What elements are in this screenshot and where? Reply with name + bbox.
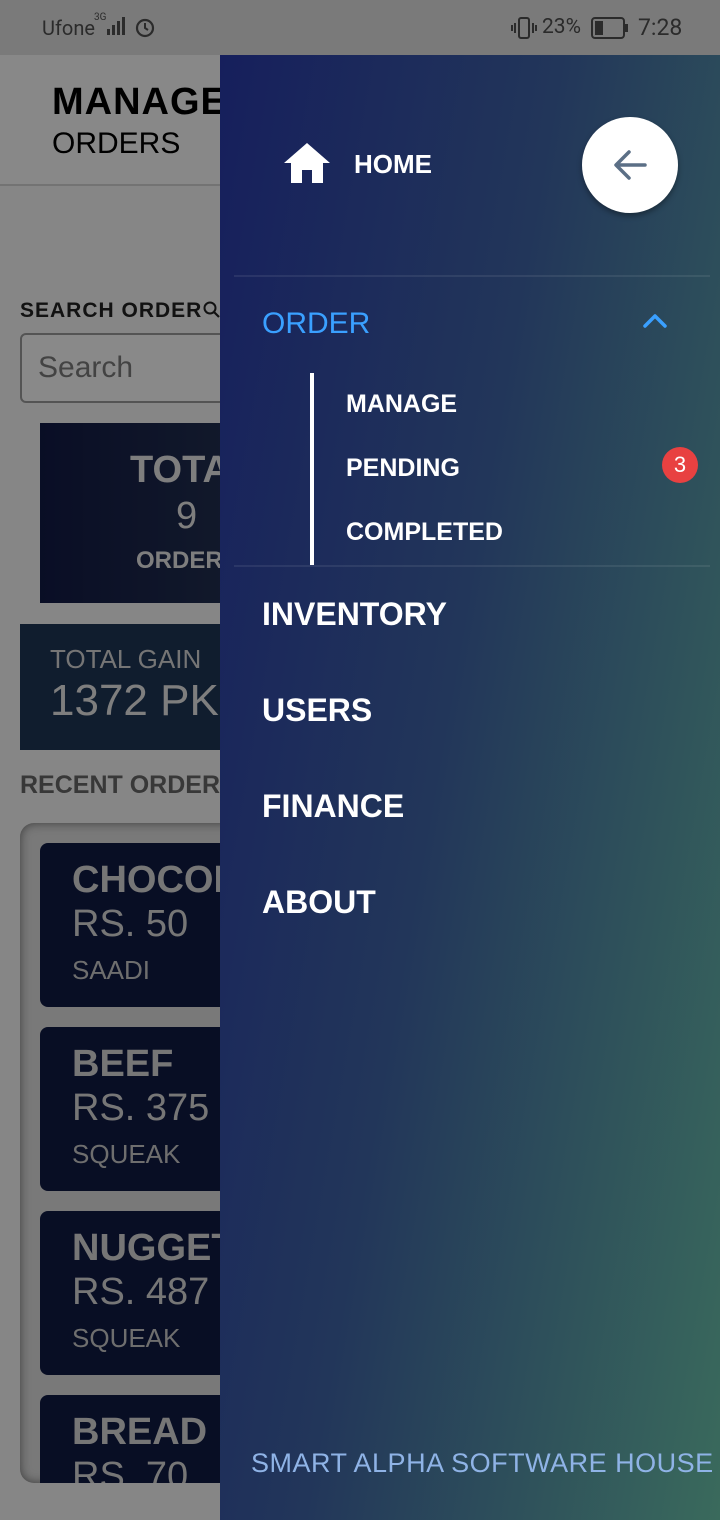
battery-icon (591, 17, 629, 43)
clock: 7:28 (638, 14, 683, 41)
drawer-item-manage[interactable]: MANAGE (346, 390, 457, 419)
alarm-icon (134, 16, 156, 42)
status-bar: Ufone 3G 23% 7:28 (0, 0, 720, 55)
battery-percent: 23% (542, 15, 581, 39)
drawer-footer: SMART ALPHA SOFTWARE HOUSE (251, 1448, 714, 1478)
signal-icon (106, 16, 126, 40)
divider (234, 565, 710, 567)
chevron-up-icon (642, 313, 668, 334)
arrow-left-icon (614, 150, 647, 180)
close-drawer-button[interactable] (582, 117, 678, 213)
home-icon (282, 141, 332, 190)
submenu-rail (310, 373, 314, 565)
carrier-label: Ufone (42, 16, 95, 40)
drawer-item-users[interactable]: USERS (262, 692, 372, 729)
drawer-item-inventory[interactable]: INVENTORY (262, 596, 447, 633)
pending-count-badge: 3 (662, 447, 698, 483)
navigation-drawer: HOME ORDER MANAGE PENDING 3 COMPLETED IN… (220, 55, 720, 1520)
order-label: ORDER (262, 307, 371, 340)
drawer-order-toggle[interactable]: ORDER (262, 305, 682, 345)
divider (234, 275, 710, 277)
drawer-item-about[interactable]: ABOUT (262, 884, 376, 921)
home-label: HOME (354, 149, 432, 179)
drawer-item-pending[interactable]: PENDING (346, 454, 460, 483)
drawer-item-finance[interactable]: FINANCE (262, 788, 404, 825)
drawer-item-completed[interactable]: COMPLETED (346, 518, 503, 547)
network-type: 3G (94, 12, 107, 23)
vibrate-icon (510, 16, 538, 44)
